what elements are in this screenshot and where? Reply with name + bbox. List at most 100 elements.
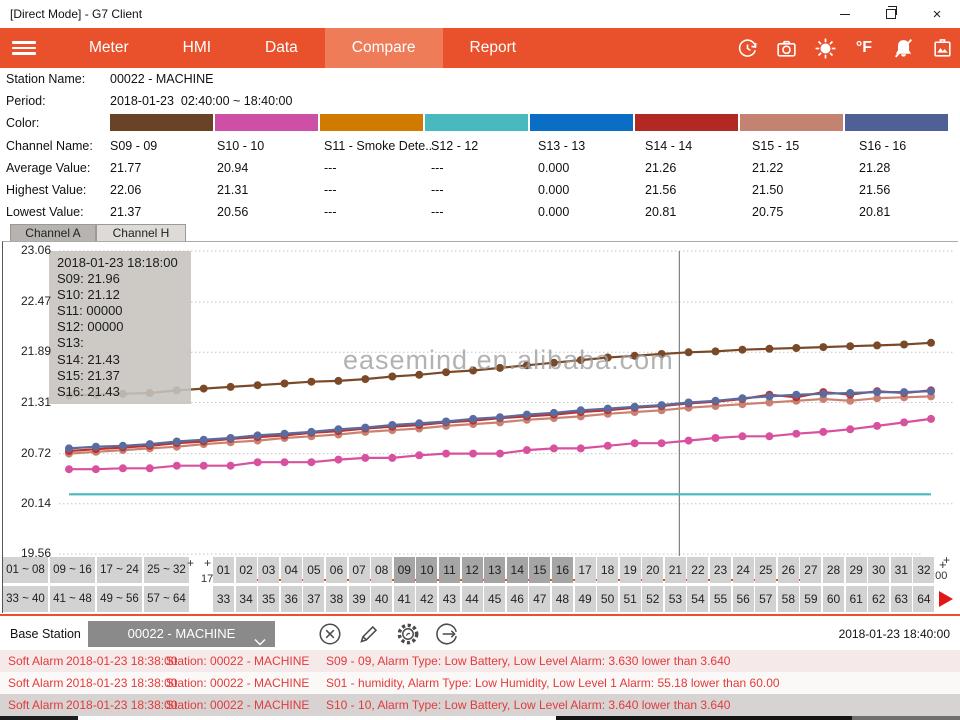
- channel-number-button[interactable]: 08: [371, 557, 392, 583]
- channel-number-button[interactable]: 46: [507, 586, 528, 612]
- channel-number-button[interactable]: 32: [913, 557, 934, 583]
- tab-channel-a[interactable]: Channel A: [10, 224, 96, 241]
- axis-zoom-in-left-1[interactable]: +: [187, 556, 194, 570]
- channel-number-button[interactable]: 15: [529, 557, 550, 583]
- channel-number-button[interactable]: 09: [394, 557, 415, 583]
- channel-group-button[interactable]: 17 ~ 24: [97, 557, 142, 583]
- channel-number-button[interactable]: 23: [710, 557, 731, 583]
- channel-number-button[interactable]: 45: [484, 586, 505, 612]
- channel-number-button[interactable]: 12: [462, 557, 483, 583]
- channel-number-button[interactable]: 43: [439, 586, 460, 612]
- alarm-row[interactable]: Soft Alarm2018-01-23 18:38:00Station: 00…: [0, 672, 960, 694]
- channel-group-button[interactable]: 01 ~ 08: [3, 557, 48, 583]
- channel-group-button[interactable]: 25 ~ 32: [144, 557, 189, 583]
- camera-icon[interactable]: [774, 36, 798, 60]
- brightness-icon[interactable]: [813, 36, 837, 60]
- restore-button[interactable]: [868, 0, 914, 28]
- channel-number-button[interactable]: 27: [800, 557, 821, 583]
- channel-number-button[interactable]: 59: [800, 586, 821, 612]
- settings-icon[interactable]: [394, 620, 422, 648]
- channel-number-button[interactable]: 48: [552, 586, 573, 612]
- channel-number-button[interactable]: 38: [326, 586, 347, 612]
- alarm-mute-icon[interactable]: [891, 36, 915, 60]
- channel-group-button[interactable]: 57 ~ 64: [144, 586, 189, 612]
- channel-number-button[interactable]: 25: [755, 557, 776, 583]
- channel-number-button[interactable]: 17: [575, 557, 596, 583]
- axis-zoom-in-left-2[interactable]: +: [204, 556, 211, 570]
- channel-number-button[interactable]: 28: [823, 557, 844, 583]
- channel-number-button[interactable]: 55: [710, 586, 731, 612]
- close-button[interactable]: ×: [914, 0, 960, 28]
- channel-number-button[interactable]: 13: [484, 557, 505, 583]
- channel-number-button[interactable]: 10: [416, 557, 437, 583]
- channel-number-button[interactable]: 20: [642, 557, 663, 583]
- channel-number-button[interactable]: 64: [913, 586, 934, 612]
- channel-number-button[interactable]: 26: [778, 557, 799, 583]
- channel-number-button[interactable]: 41: [394, 586, 415, 612]
- channel-number-button[interactable]: 22: [687, 557, 708, 583]
- channel-number-button[interactable]: 53: [665, 586, 686, 612]
- nav-tab-meter[interactable]: Meter: [62, 28, 156, 68]
- alarm-row[interactable]: Soft Alarm2018-01-23 18:38:00Station: 00…: [0, 694, 960, 716]
- menu-icon[interactable]: [12, 38, 38, 58]
- nav-tab-compare[interactable]: Compare: [325, 28, 443, 68]
- channel-number-button[interactable]: 47: [529, 586, 550, 612]
- channel-number-button[interactable]: 14: [507, 557, 528, 583]
- channel-number-button[interactable]: 19: [620, 557, 641, 583]
- image-icon[interactable]: [930, 36, 954, 60]
- channel-number-button[interactable]: 30: [868, 557, 889, 583]
- edit-icon[interactable]: [355, 620, 383, 648]
- history-icon[interactable]: [735, 36, 759, 60]
- channel-number-button[interactable]: 56: [733, 586, 754, 612]
- channel-number-button[interactable]: 40: [371, 586, 392, 612]
- channel-number-button[interactable]: 05: [303, 557, 324, 583]
- channel-number-button[interactable]: 33: [213, 586, 234, 612]
- channel-number-button[interactable]: 62: [868, 586, 889, 612]
- channel-number-button[interactable]: 42: [416, 586, 437, 612]
- temperature-unit[interactable]: °F: [852, 36, 876, 60]
- channel-number-button[interactable]: 24: [733, 557, 754, 583]
- alarm-row[interactable]: Soft Alarm2018-01-23 18:38:00Station: 00…: [0, 650, 960, 672]
- channel-number-button[interactable]: 31: [891, 557, 912, 583]
- channel-number-button[interactable]: 11: [439, 557, 460, 583]
- channel-number-button[interactable]: 61: [846, 586, 867, 612]
- scroll-right-arrow[interactable]: [939, 591, 953, 607]
- channel-number-button[interactable]: 57: [755, 586, 776, 612]
- channel-number-button[interactable]: 60: [823, 586, 844, 612]
- channel-number-button[interactable]: 52: [642, 586, 663, 612]
- channel-number-button[interactable]: 58: [778, 586, 799, 612]
- channel-number-button[interactable]: 44: [462, 586, 483, 612]
- nav-tab-hmi[interactable]: HMI: [156, 28, 238, 68]
- channel-number-button[interactable]: 49: [575, 586, 596, 612]
- channel-number-button[interactable]: 16: [552, 557, 573, 583]
- channel-number-button[interactable]: 35: [258, 586, 279, 612]
- channel-group-button[interactable]: 49 ~ 56: [97, 586, 142, 612]
- channel-number-button[interactable]: 36: [281, 586, 302, 612]
- channel-number-button[interactable]: 03: [258, 557, 279, 583]
- nav-tab-report[interactable]: Report: [443, 28, 544, 68]
- channel-number-button[interactable]: 37: [303, 586, 324, 612]
- clear-icon[interactable]: [316, 620, 344, 648]
- minimize-button[interactable]: [822, 0, 868, 28]
- channel-number-button[interactable]: 18: [597, 557, 618, 583]
- channel-number-button[interactable]: 01: [213, 557, 234, 583]
- add-channel-button-row1[interactable]: +: [939, 557, 947, 572]
- channel-number-button[interactable]: 54: [687, 586, 708, 612]
- channel-number-button[interactable]: 63: [891, 586, 912, 612]
- channel-group-button[interactable]: 41 ~ 48: [50, 586, 95, 612]
- channel-number-button[interactable]: 50: [597, 586, 618, 612]
- tab-channel-h[interactable]: Channel H: [96, 224, 186, 241]
- channel-number-button[interactable]: 51: [620, 586, 641, 612]
- channel-number-button[interactable]: 07: [349, 557, 370, 583]
- channel-number-button[interactable]: 34: [236, 586, 257, 612]
- nav-tab-data[interactable]: Data: [238, 28, 325, 68]
- export-icon[interactable]: [433, 620, 461, 648]
- channel-number-button[interactable]: 04: [281, 557, 302, 583]
- channel-group-button[interactable]: 09 ~ 16: [50, 557, 95, 583]
- channel-number-button[interactable]: 02: [236, 557, 257, 583]
- channel-number-button[interactable]: 29: [846, 557, 867, 583]
- channel-number-button[interactable]: 06: [326, 557, 347, 583]
- channel-number-button[interactable]: 39: [349, 586, 370, 612]
- channel-number-button[interactable]: 21: [665, 557, 686, 583]
- channel-group-button[interactable]: 33 ~ 40: [3, 586, 48, 612]
